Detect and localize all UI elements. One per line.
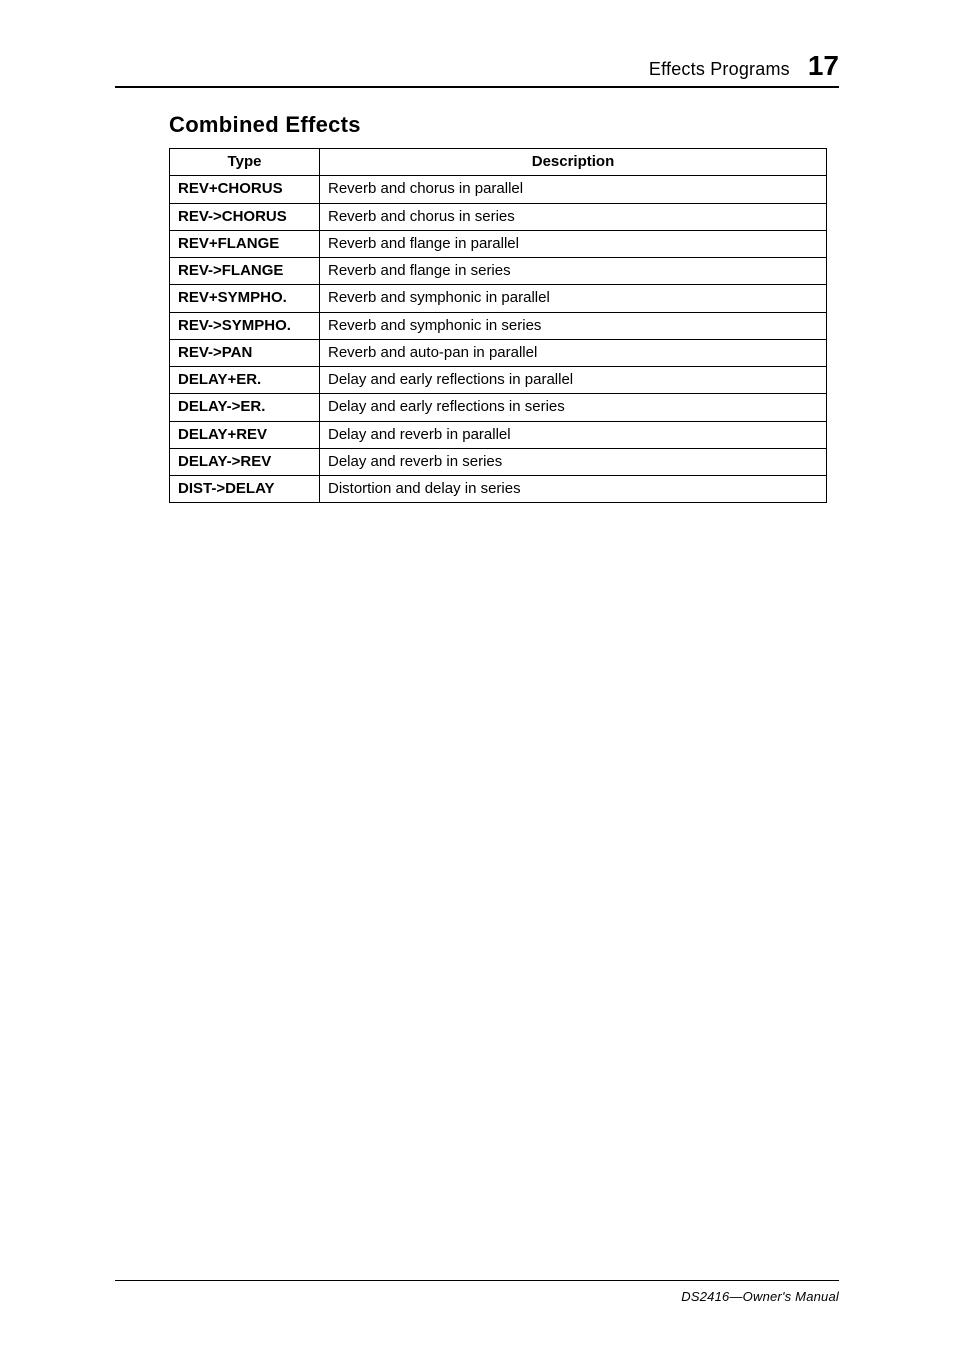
running-head-page-number: 17 [808,50,839,82]
cell-description: Delay and early reflections in parallel [320,367,827,394]
combined-effects-table: Type Description REV+CHORUS Reverb and c… [169,148,827,503]
table-row: REV+CHORUS Reverb and chorus in parallel [170,176,827,203]
cell-description: Reverb and auto-pan in parallel [320,339,827,366]
table-row: REV->PAN Reverb and auto-pan in parallel [170,339,827,366]
cell-type: DELAY+REV [170,421,320,448]
running-head-section: Effects Programs [649,59,790,80]
footer: DS2416—Owner's Manual [115,1280,839,1304]
cell-description: Reverb and chorus in series [320,203,827,230]
cell-type: REV->SYMPHO. [170,312,320,339]
cell-type: REV->PAN [170,339,320,366]
page: Effects Programs 17 Combined Effects Typ… [0,0,954,1348]
table-row: REV->SYMPHO. Reverb and symphonic in ser… [170,312,827,339]
cell-type: DELAY->REV [170,448,320,475]
cell-description: Reverb and flange in parallel [320,230,827,257]
table-row: REV->FLANGE Reverb and flange in series [170,258,827,285]
cell-type: DIST->DELAY [170,476,320,503]
table-row: DIST->DELAY Distortion and delay in seri… [170,476,827,503]
cell-type: DELAY->ER. [170,394,320,421]
cell-type: DELAY+ER. [170,367,320,394]
cell-type: REV+SYMPHO. [170,285,320,312]
cell-description: Reverb and symphonic in series [320,312,827,339]
cell-description: Reverb and flange in series [320,258,827,285]
footer-rule [115,1280,839,1281]
cell-description: Reverb and symphonic in parallel [320,285,827,312]
cell-description: Reverb and chorus in parallel [320,176,827,203]
table-row: DELAY->REV Delay and reverb in series [170,448,827,475]
cell-description: Delay and reverb in parallel [320,421,827,448]
cell-type: REV+CHORUS [170,176,320,203]
table-row: REV+FLANGE Reverb and flange in parallel [170,230,827,257]
cell-type: REV->CHORUS [170,203,320,230]
cell-description: Delay and reverb in series [320,448,827,475]
col-header-type: Type [170,149,320,176]
cell-type: REV->FLANGE [170,258,320,285]
table-row: REV+SYMPHO. Reverb and symphonic in para… [170,285,827,312]
running-head: Effects Programs 17 [115,50,839,82]
table-header-row: Type Description [170,149,827,176]
footer-manual-title: DS2416—Owner's Manual [115,1289,839,1304]
col-header-description: Description [320,149,827,176]
cell-description: Distortion and delay in series [320,476,827,503]
header-rule [115,86,839,88]
table-row: DELAY+REV Delay and reverb in parallel [170,421,827,448]
cell-type: REV+FLANGE [170,230,320,257]
table-row: REV->CHORUS Reverb and chorus in series [170,203,827,230]
section-title: Combined Effects [169,112,839,138]
cell-description: Delay and early reflections in series [320,394,827,421]
table-row: DELAY+ER. Delay and early reflections in… [170,367,827,394]
table-row: DELAY->ER. Delay and early reflections i… [170,394,827,421]
